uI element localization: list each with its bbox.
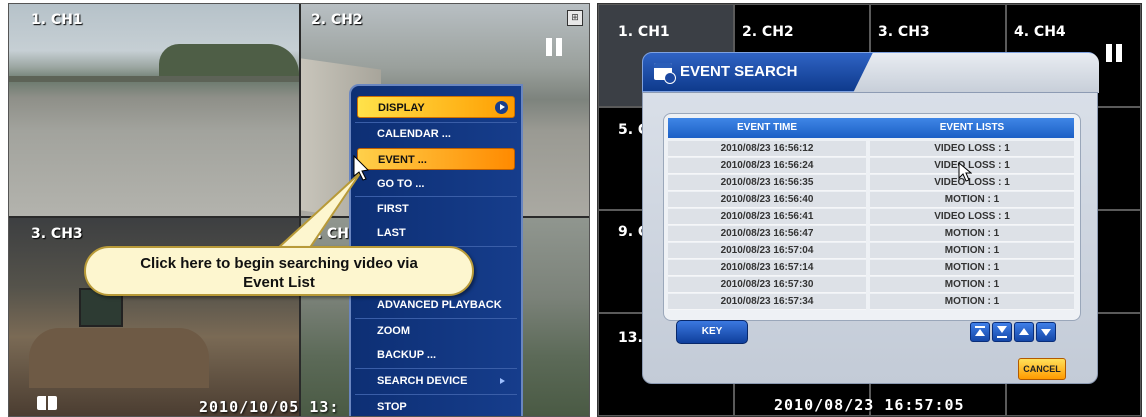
page-up-button[interactable]	[1014, 322, 1034, 342]
event-type-cell: VIDEO LOSS : 1	[870, 141, 1074, 157]
instruction-callout: Click here to begin searching video via …	[84, 246, 474, 296]
event-type-cell: VIDEO LOSS : 1	[870, 209, 1074, 225]
event-time-cell: 2010/08/23 16:57:30	[668, 277, 866, 293]
table-row[interactable]: 2010/08/23 16:57:04 MOTION : 1	[668, 243, 1074, 259]
table-row[interactable]: 2010/08/23 16:57:34 MOTION : 1	[668, 294, 1074, 310]
table-row[interactable]: 2010/08/23 16:56:41 VIDEO LOSS : 1	[668, 209, 1074, 225]
channel-label: 1. CH1	[618, 24, 670, 40]
table-row[interactable]: 2010/08/23 16:56:12 VIDEO LOSS : 1	[668, 141, 1074, 157]
table-row[interactable]: 2010/08/23 16:56:47 MOTION : 1	[668, 226, 1074, 242]
callout-pointer	[274, 154, 370, 250]
page-down-button[interactable]	[1036, 322, 1056, 342]
page-down-icon	[1041, 329, 1051, 336]
event-type-cell: MOTION : 1	[870, 294, 1074, 310]
event-type-cell: MOTION : 1	[870, 226, 1074, 242]
event-type-cell: MOTION : 1	[870, 277, 1074, 293]
callout-text: Click here to begin searching video via	[140, 255, 418, 272]
key-button[interactable]: KEY	[676, 320, 748, 344]
right-screenshot-panel: 1. CH1 2. CH2 3. CH3 4. CH4 5. C 9. C 13…	[597, 3, 1142, 417]
cancel-button[interactable]: CANCEL	[1018, 358, 1066, 380]
event-type-cell: MOTION : 1	[870, 260, 1074, 276]
pause-icon	[1106, 44, 1124, 62]
event-time-cell: 2010/08/23 16:56:41	[668, 209, 866, 225]
table-header: EVENT TIME EVENT LISTS	[668, 118, 1074, 138]
left-screenshot-panel: 1. CH1 2. CH2 3. CH3 4. CH ⊞ 2010/10/05 …	[8, 3, 590, 417]
playback-timestamp: 2010/08/23 16:57:05	[774, 396, 965, 414]
event-type-cell: VIDEO LOSS : 1	[870, 158, 1074, 174]
first-page-button[interactable]	[970, 322, 990, 342]
table-row[interactable]: 2010/08/23 16:56:40 MOTION : 1	[668, 192, 1074, 208]
event-type-cell: MOTION : 1	[870, 192, 1074, 208]
channel-label: 3. CH3	[878, 24, 930, 40]
last-page-icon	[997, 326, 1007, 333]
event-time-cell: 2010/08/23 16:56:35	[668, 175, 866, 191]
event-type-cell: VIDEO LOSS : 1	[870, 175, 1074, 191]
table-row[interactable]: 2010/08/23 16:56:24 VIDEO LOSS : 1	[668, 158, 1074, 174]
event-type-cell: MOTION : 1	[870, 243, 1074, 259]
event-time-cell: 2010/08/23 16:56:24	[668, 158, 866, 174]
event-time-cell: 2010/08/23 16:57:14	[668, 260, 866, 276]
first-page-icon	[975, 329, 985, 336]
table-row[interactable]: 2010/08/23 16:57:30 MOTION : 1	[668, 277, 1074, 293]
channel-label: 2. CH2	[742, 24, 794, 40]
event-time-cell: 2010/08/23 16:56:47	[668, 226, 866, 242]
event-time-cell: 2010/08/23 16:56:12	[668, 141, 866, 157]
dialog-title: EVENT SEARCH	[680, 63, 798, 80]
column-header-event-lists: EVENT LISTS	[939, 122, 1005, 133]
event-search-dialog: EVENT SEARCH EVENT TIME EVENT LISTS 2010…	[642, 52, 1098, 384]
calendar-search-icon	[654, 63, 676, 84]
event-table: EVENT TIME EVENT LISTS 2010/08/23 16:56:…	[663, 113, 1081, 321]
column-header-event-time: EVENT TIME	[736, 122, 797, 133]
last-page-icon	[997, 336, 1007, 338]
page-up-icon	[1019, 328, 1029, 335]
table-row[interactable]: 2010/08/23 16:56:35 VIDEO LOSS : 1	[668, 175, 1074, 191]
channel-label: 4. CH4	[1014, 24, 1066, 40]
table-row[interactable]: 2010/08/23 16:57:14 MOTION : 1	[668, 260, 1074, 276]
channel-label: 13.	[618, 330, 643, 346]
event-time-cell: 2010/08/23 16:57:34	[668, 294, 866, 310]
first-page-icon	[975, 326, 985, 328]
callout-text: Event List	[243, 274, 315, 291]
mouse-cursor-icon	[958, 162, 972, 182]
event-time-cell: 2010/08/23 16:57:04	[668, 243, 866, 259]
event-time-cell: 2010/08/23 16:56:40	[668, 192, 866, 208]
last-page-button[interactable]	[992, 322, 1012, 342]
